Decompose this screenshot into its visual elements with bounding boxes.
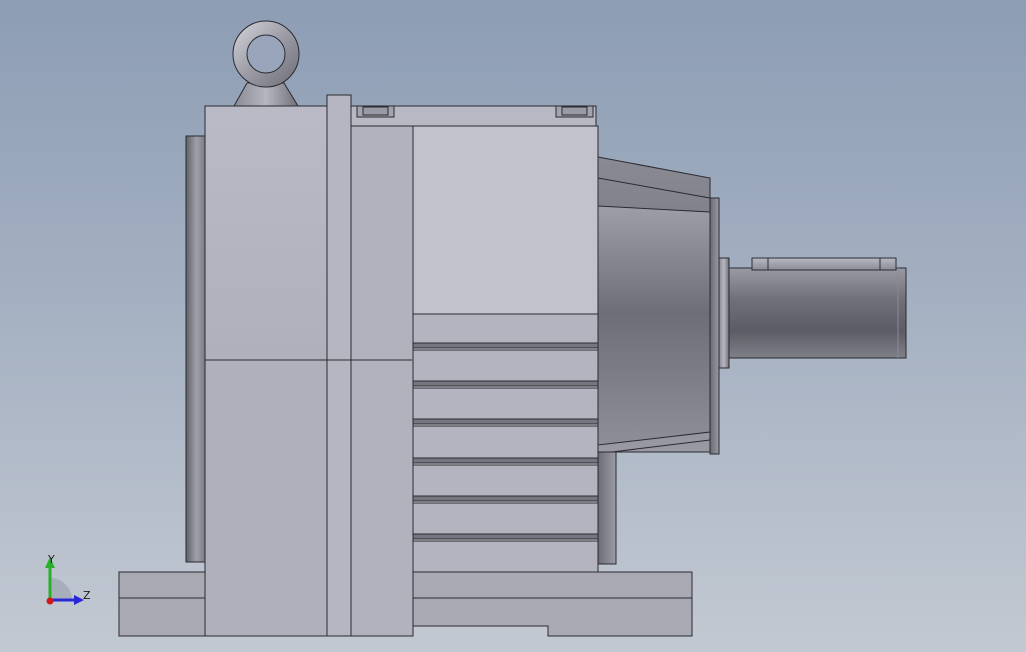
lifting-eye-ring (232, 20, 300, 88)
gear-case-upper (412, 125, 599, 315)
cover-screw-left-inner (362, 106, 389, 116)
coordinate-triad: Y Z (38, 552, 98, 612)
triad-y-label: Y (48, 553, 55, 566)
output-cone-front (597, 205, 711, 446)
triad-x-axis-origin (46, 597, 54, 605)
lower-support-flange (597, 451, 617, 565)
middle-housing-section (350, 125, 414, 637)
housing-split-rib (326, 94, 352, 637)
triad-z-label: Z (83, 589, 91, 602)
triad-plane-shading (50, 578, 72, 600)
gear-case-finned (412, 313, 599, 573)
cad-graphics-viewport[interactable]: Y Z (0, 0, 1026, 652)
triad-graphic (45, 557, 84, 605)
output-flange-ring (709, 197, 720, 455)
output-shaft (728, 267, 907, 359)
shaft-collar (718, 257, 730, 369)
left-flange (185, 135, 206, 563)
cover-screw-right-inner (561, 106, 588, 116)
gear-reducer-model[interactable] (0, 0, 1026, 652)
shaft-key (751, 257, 897, 271)
